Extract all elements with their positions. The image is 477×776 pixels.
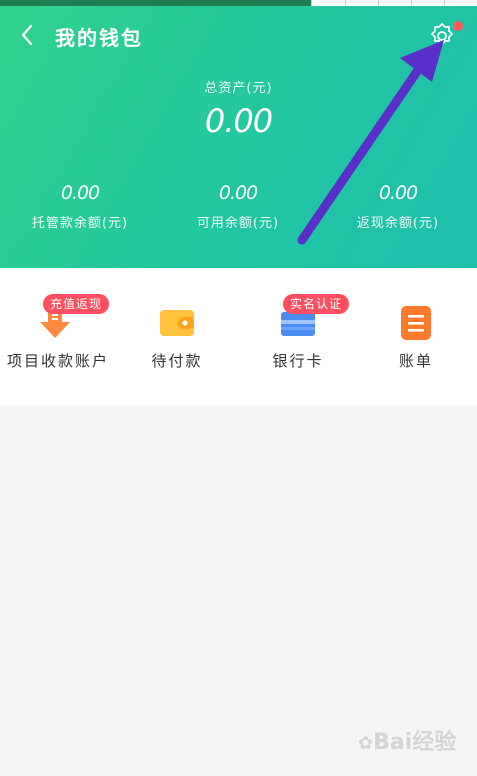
- menu-item-label: 待付款: [151, 352, 203, 370]
- menu-item-label: 银行卡: [272, 352, 324, 370]
- wallet-header: 我的钱包 总资产(元) 0.00 0.00 托管款余额(元) 0.00 可用余额…: [0, 6, 477, 268]
- menu-item-pending-payment[interactable]: 待付款: [122, 268, 232, 406]
- watermark-text: Bai经验: [373, 730, 457, 755]
- stat-escrow-balance: 0.00 托管款余额(元): [0, 182, 160, 231]
- menu-item-project-account[interactable]: 充值返现 项目收款账户: [3, 268, 113, 406]
- stat-label: 返现余额(元): [356, 216, 440, 231]
- paw-icon: ✿: [358, 733, 374, 754]
- wallet-menu: 充值返现 项目收款账户 待付款 实名认证 银行卡 账单: [0, 268, 477, 406]
- total-assets-label: 总资产(元): [204, 81, 273, 96]
- menu-item-bill[interactable]: 账单: [361, 268, 471, 406]
- back-chevron-icon[interactable]: [14, 20, 44, 50]
- stat-label: 托管款余额(元): [31, 216, 129, 231]
- menu-item-label: 账单: [398, 352, 433, 370]
- menu-item-bank-card[interactable]: 实名认证 银行卡: [243, 268, 353, 406]
- real-name-verify-badge: 实名认证: [283, 294, 350, 314]
- stat-cashback-balance: 0.00 返现余额(元): [318, 182, 477, 231]
- stat-value: 0.00: [218, 182, 258, 204]
- stat-label: 可用余额(元): [196, 216, 280, 231]
- total-assets-value: 0.00: [204, 102, 273, 140]
- recharge-cashback-badge: 充值返现: [43, 294, 110, 314]
- stat-available-balance: 0.00 可用余额(元): [158, 182, 318, 231]
- stat-value: 0.00: [378, 182, 418, 204]
- stat-value: 0.00: [60, 182, 100, 204]
- notification-dot: [453, 21, 463, 31]
- watermark: ✿Bai经验: [358, 724, 456, 756]
- wallet-icon: [160, 310, 194, 336]
- menu-item-label: 项目收款账户: [6, 352, 109, 370]
- page-title: 我的钱包: [55, 26, 143, 50]
- bill-icon: [401, 306, 431, 340]
